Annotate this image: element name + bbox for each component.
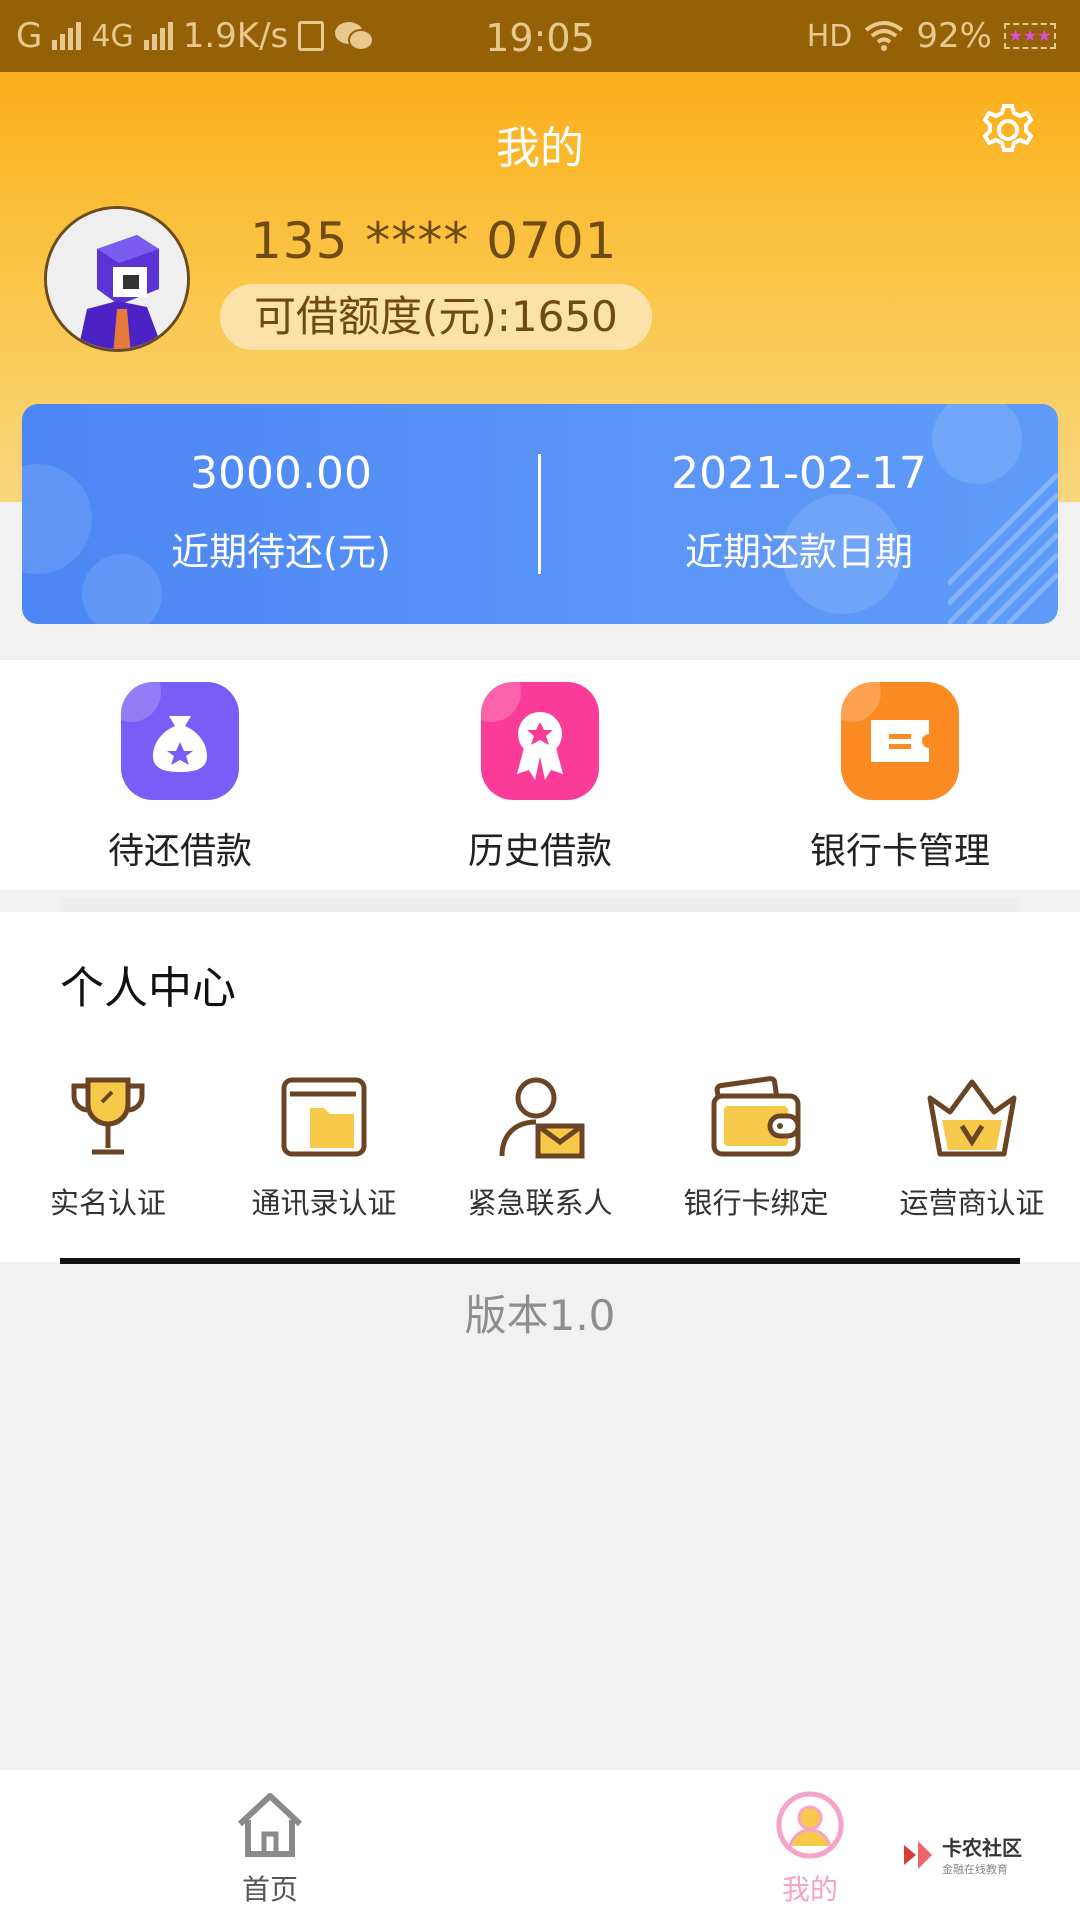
due-date-block[interactable]: 2021-02-17 近期还款日期 [540,448,1058,576]
credit-quota-badge: 可借额度(元):1650 [220,284,652,350]
pending-loans-button[interactable]: 待还借款 [80,682,280,874]
emergency-contact-button[interactable]: 紧急联系人 [440,1074,640,1222]
trophy-icon [71,1077,145,1155]
loan-history-button[interactable]: 历史借款 [440,682,640,874]
quick-actions: 待还借款 历史借款 银行卡管理 [0,660,1080,890]
loan-history-label: 历史借款 [467,831,612,872]
kanong-logo-icon [904,1840,932,1869]
bank-card-management-button[interactable]: 银行卡管理 [800,682,1000,874]
tab-home-label: 首页 [241,1873,298,1906]
emergency-contact-label: 紧急联系人 [467,1186,613,1220]
contact-mail-icon [499,1077,585,1159]
folder-icon [281,1077,367,1157]
pending-loans-label: 待还借款 [107,831,252,872]
watermark-text: 卡农社区 金融在线教育 [942,1832,1022,1877]
repayment-summary-card: 3000.00 近期待还(元) 2021-02-17 近期还款日期 [22,404,1058,624]
battery-label: 92% [916,16,992,56]
contacts-auth-button[interactable]: 通讯录认证 [224,1074,424,1222]
due-date-value: 2021-02-17 [671,448,927,499]
user-profile-icon [776,1791,844,1859]
pending-amount-block[interactable]: 3000.00 近期待还(元) [22,448,540,576]
avatar[interactable] [44,206,190,352]
hd-label: HD [806,18,853,54]
pending-amount-value: 3000.00 [190,448,372,499]
money-bag-icon [121,682,239,800]
bank-card-binding-button[interactable]: 银行卡绑定 [656,1074,856,1222]
status-bar: G 4G 1.9K/s 19:05 HD 92% ★★★ [0,0,1080,72]
personal-center-title: 个人中心 [60,963,236,1014]
battery-icon: ★★★ [1004,23,1056,49]
phone-number: 135 **** 0701 [250,212,618,270]
community-watermark: 卡农社区 金融在线教育 [900,1832,1022,1877]
bank-card-binding-label: 银行卡绑定 [683,1186,829,1220]
real-name-auth-label: 实名认证 [49,1186,166,1220]
carrier-auth-button[interactable]: 运营商认证 [872,1074,1072,1222]
due-date-label: 近期还款日期 [684,530,913,574]
avatar-figure-icon [47,209,187,349]
section-divider [60,898,1020,912]
watermark-subtitle: 金融在线教育 [942,1863,1008,1876]
wifi-icon [865,21,904,51]
real-name-auth-button[interactable]: 实名认证 [8,1074,208,1222]
ticket-card-icon [841,682,959,800]
wallet-icon [711,1076,801,1157]
watermark-title: 卡农社区 [942,1836,1022,1860]
pending-amount-label: 近期待还(元) [171,530,391,574]
home-icon [237,1793,303,1857]
personal-center: 个人中心 实名认证 通讯录认证 紧急联系人 银行卡绑定 运营商认证 [0,912,1080,1262]
contacts-auth-label: 通讯录认证 [251,1186,397,1220]
bottom-tab-bar: 首页 我的 卡农社区 金融在线教育 [0,1770,1080,1920]
status-right: HD 92% ★★★ [807,16,1056,56]
settings-gear-icon[interactable] [980,102,1036,158]
tab-home[interactable]: 首页 [210,1790,330,1908]
content-end-divider [60,1258,1020,1264]
bank-card-management-label: 银行卡管理 [809,831,990,872]
page-title: 我的 [496,123,584,174]
tab-mine[interactable]: 我的 [750,1790,870,1908]
version-text: 版本1.0 [464,1291,616,1340]
ribbon-award-icon [481,682,599,800]
tab-mine-label: 我的 [781,1873,838,1906]
crown-icon [927,1079,1017,1157]
carrier-auth-label: 运营商认证 [899,1186,1045,1220]
